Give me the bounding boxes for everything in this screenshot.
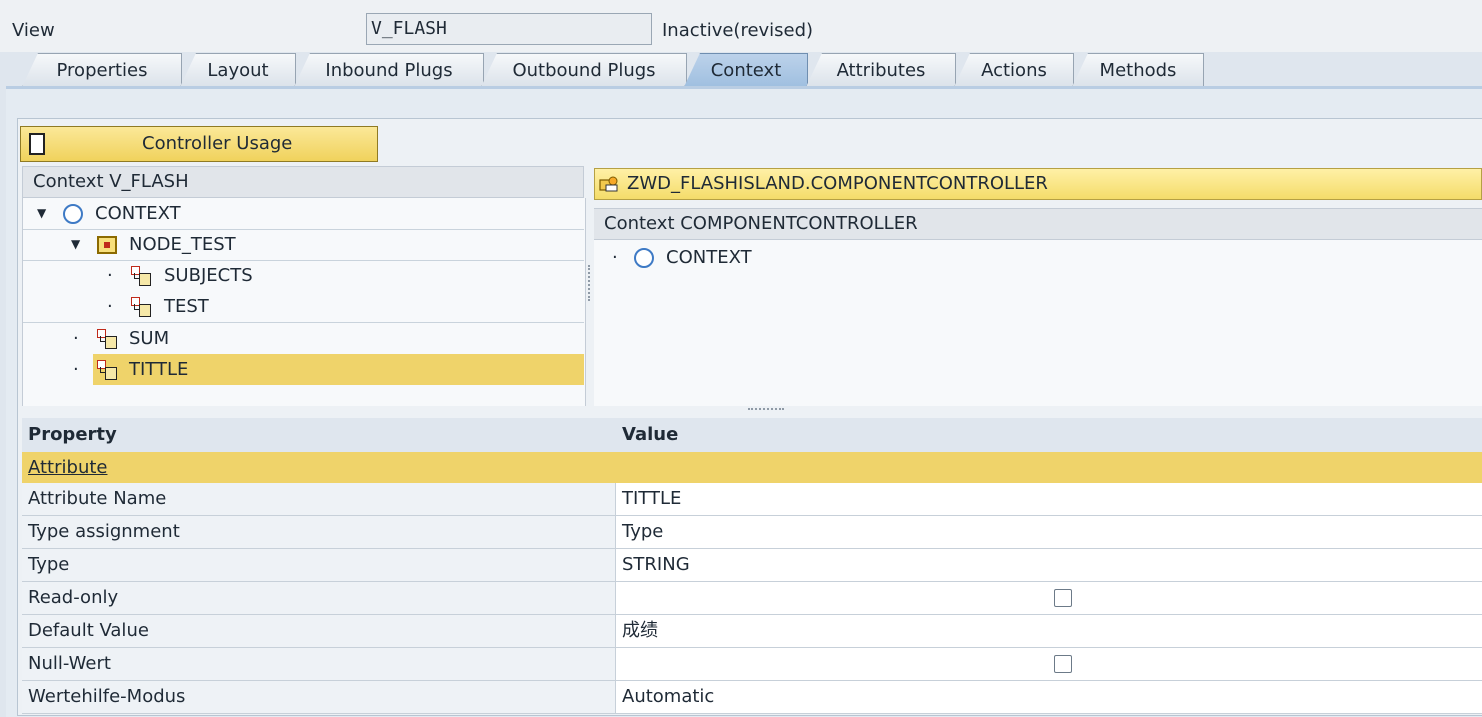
controller-usage-label: Controller Usage [142,133,293,154]
table-row: Wertehilfe-Modus Automatic [22,681,1482,714]
table-row: Default Value 成绩 [22,615,1482,648]
wertehilfe-modus-value[interactable]: Automatic [616,681,1482,713]
tree-item-context[interactable]: ▼ CONTEXT [23,198,584,230]
type-assignment-value[interactable]: Type [616,516,1482,548]
view-status: Inactive(revised) [662,20,814,41]
table-row: Type STRING [22,549,1482,582]
attribute-name-value[interactable]: TITTLE [616,483,1482,515]
tree-item-label: NODE_TEST [129,234,236,255]
property-name: Default Value [22,615,616,647]
column-header-property: Property [22,418,616,452]
tree-item-label: TEST [164,296,209,317]
controller-context-header: Context COMPONENTCONTROLLER [594,208,1482,240]
table-row: Null-Wert [22,648,1482,681]
document-icon [29,133,45,155]
tree-item-label: SUM [129,328,170,349]
controller-title-bar: ZWD_FLASHISLAND.COMPONENTCONTROLLER [594,168,1482,200]
tree-item-subjects[interactable]: · SUBJECTS [23,260,584,291]
controller-usage-button[interactable]: Controller Usage [20,126,378,162]
tab-layout[interactable]: Layout [180,53,296,87]
tree-item-context[interactable]: · CONTEXT [594,242,1482,273]
property-name: Type assignment [22,516,616,548]
horizontal-splitter-handle[interactable] [748,408,784,414]
read-only-checkbox[interactable] [1054,589,1072,607]
column-header-value: Value [616,418,1482,452]
property-name: Attribute Name [22,483,616,515]
attribute-icon [131,266,151,286]
tree-item-sum[interactable]: · SUM [23,323,584,354]
tree-item-test[interactable]: · TEST [23,291,584,323]
tree-item-node-test[interactable]: ▼ NODE_TEST [23,229,584,261]
tree-item-tittle[interactable]: · TITTLE [23,354,584,385]
tree-item-label: SUBJECTS [164,265,253,286]
attribute-icon [131,297,151,317]
tree-item-label: TITTLE [129,359,189,380]
tree-item-label: CONTEXT [95,203,181,224]
context-circle-icon [63,204,83,224]
leaf-bullet-icon: · [73,359,79,380]
property-name: Null-Wert [22,648,616,680]
read-only-value-cell [616,582,1482,614]
expand-triangle-icon[interactable]: ▼ [71,229,80,260]
controller-name: ZWD_FLASHISLAND.COMPONENTCONTROLLER [627,173,1048,194]
null-wert-checkbox[interactable] [1054,655,1072,673]
property-name: Type [22,549,616,581]
leaf-bullet-icon: · [73,328,79,349]
table-row: Read-only [22,582,1482,615]
view-context-header: Context V_FLASH [22,166,584,198]
attribute-icon [97,329,117,349]
tab-actions[interactable]: Actions [954,53,1074,87]
attribute-icon [97,360,117,380]
tab-attributes[interactable]: Attributes [806,53,956,87]
leaf-bullet-icon: · [107,296,113,317]
node-icon [97,236,117,254]
leaf-bullet-icon: · [107,265,113,286]
property-name: Wertehilfe-Modus [22,681,616,713]
tab-context[interactable]: Context [684,53,808,87]
table-row: Type assignment Type [22,516,1482,549]
type-value[interactable]: STRING [616,549,1482,581]
leaf-bullet-icon: · [612,247,618,268]
context-circle-icon [634,248,654,268]
view-context-tree: ▼ CONTEXT ▼ NODE_TEST · SUBJECTS · TEST … [22,198,586,406]
table-row: Attribute Name TITTLE [22,483,1482,516]
view-name-field[interactable]: V_FLASH [366,13,652,45]
property-name: Read-only [22,582,616,614]
expand-triangle-icon[interactable]: ▼ [37,198,46,229]
tab-inbound-plugs[interactable]: Inbound Plugs [294,53,484,87]
view-label: View [12,20,55,41]
null-wert-value-cell [616,648,1482,680]
tab-methods[interactable]: Methods [1072,53,1204,87]
tab-properties[interactable]: Properties [22,53,182,87]
controller-context-tree: · CONTEXT [594,240,1482,406]
controller-icon [599,176,618,192]
tab-outbound-plugs[interactable]: Outbound Plugs [481,53,687,87]
tab-strip: Properties Layout Inbound Plugs Outbound… [22,53,1482,87]
attribute-group-link[interactable]: Attribute [22,452,1482,483]
property-table: Property Value Attribute Attribute Name … [22,418,1482,714]
tree-item-label: CONTEXT [666,247,752,268]
default-value-field[interactable]: 成绩 [616,615,1482,647]
